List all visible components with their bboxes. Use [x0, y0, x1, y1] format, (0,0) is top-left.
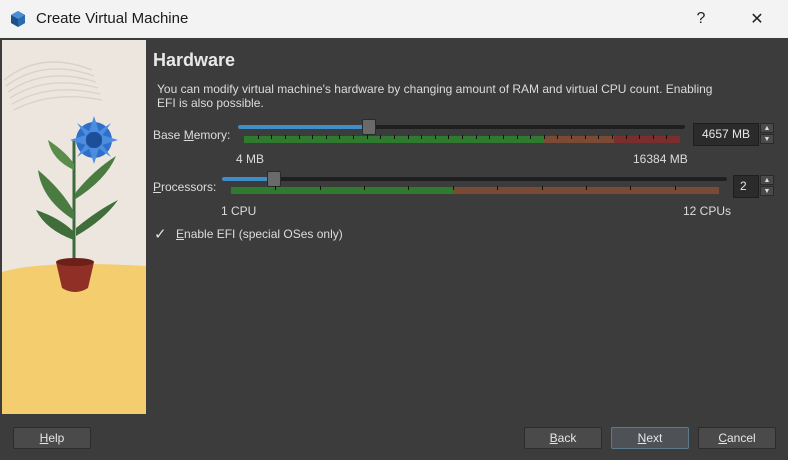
- next-button[interactable]: Next: [611, 427, 689, 449]
- base-memory-label-prefix: Base: [153, 128, 184, 142]
- scale-tick: [408, 135, 409, 139]
- base-memory-label: Base Memory:: [153, 128, 230, 142]
- processors-stepper[interactable]: ▲ ▼: [760, 175, 774, 196]
- page-heading: Hardware: [153, 50, 236, 70]
- scale-tick: [542, 186, 543, 190]
- back-button[interactable]: Back: [524, 427, 602, 449]
- scale-tick: [364, 186, 365, 190]
- help-button[interactable]: Help: [13, 427, 91, 449]
- base-memory-label-mnemonic: M: [183, 128, 194, 142]
- help-mnemonic: H: [39, 431, 49, 445]
- scale-tick: [453, 186, 454, 190]
- processors-scale: [231, 186, 719, 194]
- scale-tick: [639, 135, 640, 139]
- scale-tick: [394, 135, 395, 139]
- scale-tick: [320, 186, 321, 190]
- scale-tick: [571, 135, 572, 139]
- scale-tick: [271, 135, 272, 139]
- processors-label: Processors:: [153, 180, 216, 194]
- virtualbox-app-icon: [11, 11, 25, 27]
- scale-tick: [435, 135, 436, 139]
- plant-illustration: [2, 61, 146, 414]
- scale-tick: [626, 135, 627, 139]
- processors-label-mnemonic: P: [153, 180, 162, 194]
- memory-increase-icon[interactable]: ▲: [760, 123, 774, 133]
- memory-stepper[interactable]: ▲ ▼: [760, 123, 774, 144]
- scale-tick: [544, 135, 545, 139]
- title-bar: Create Virtual Machine ? ✕: [0, 0, 788, 38]
- scale-tick: [367, 135, 368, 139]
- scale-tick: [630, 186, 631, 190]
- scale-tick: [557, 135, 558, 139]
- cpu-safe-range: [231, 187, 453, 194]
- memory-min-label: 4 MB: [236, 152, 265, 166]
- cancel-suffix: ancel: [726, 431, 756, 445]
- slider-fill: [222, 177, 273, 181]
- memory-spinbox[interactable]: 4657 MB: [693, 123, 759, 146]
- memory-danger-range: [614, 136, 680, 143]
- efi-checkbox-label[interactable]: Enable EFI (special OSes only): [176, 227, 343, 241]
- scale-tick: [339, 135, 340, 139]
- scale-tick: [285, 135, 286, 139]
- slider-handle[interactable]: [267, 171, 281, 187]
- slider-groove: [222, 177, 727, 181]
- scale-tick: [326, 135, 327, 139]
- memory-decrease-icon[interactable]: ▼: [760, 134, 774, 144]
- back-suffix: ack: [557, 431, 577, 445]
- scale-tick: [380, 135, 381, 139]
- scale-tick: [653, 135, 654, 139]
- back-mnemonic: B: [549, 431, 558, 445]
- efi-checkbox[interactable]: ✓: [154, 225, 167, 243]
- memory-max-label: 16384 MB: [633, 152, 688, 166]
- scale-tick: [448, 135, 449, 139]
- scale-tick: [503, 135, 504, 139]
- scale-tick: [299, 135, 300, 139]
- scale-tick: [489, 135, 490, 139]
- scale-tick: [586, 186, 587, 190]
- next-mnemonic: N: [637, 431, 647, 445]
- efi-label-suffix: nable EFI (special OSes only): [184, 227, 343, 241]
- next-suffix: ext: [646, 431, 663, 445]
- page-description: You can modify virtual machine's hardwar…: [157, 82, 713, 110]
- scale-tick: [530, 135, 531, 139]
- slider-handle[interactable]: [362, 119, 376, 135]
- scale-tick: [666, 135, 667, 139]
- base-memory-label-suffix: emory:: [193, 128, 231, 142]
- scale-tick: [675, 186, 676, 190]
- base-memory-scale: [244, 135, 680, 143]
- wizard-watermark-image: [2, 40, 146, 414]
- processors-value: 2: [740, 179, 747, 193]
- processors-min-label: 1 CPU: [221, 204, 257, 218]
- cancel-button[interactable]: Cancel: [698, 427, 776, 449]
- scale-tick: [612, 135, 613, 139]
- base-memory-slider[interactable]: [238, 119, 685, 135]
- slider-fill: [238, 125, 368, 129]
- scale-tick: [476, 135, 477, 139]
- help-question-button[interactable]: ?: [678, 0, 724, 38]
- scale-tick: [462, 135, 463, 139]
- scale-tick: [585, 135, 586, 139]
- processors-slider[interactable]: [222, 171, 727, 187]
- processors-max-label: 12 CPUs: [683, 204, 732, 218]
- window-title: Create Virtual Machine: [36, 10, 189, 27]
- scale-tick: [312, 135, 313, 139]
- processors-decrease-icon[interactable]: ▼: [760, 186, 774, 196]
- scale-tick: [517, 135, 518, 139]
- scale-tick: [275, 186, 276, 190]
- help-suffix: elp: [48, 431, 65, 445]
- processors-label-suffix: rocessors:: [161, 180, 217, 194]
- processors-increase-icon[interactable]: ▲: [760, 175, 774, 185]
- scale-tick: [421, 135, 422, 139]
- scale-tick: [598, 135, 599, 139]
- memory-value: 4657 MB: [701, 127, 750, 141]
- cancel-mnemonic: C: [718, 431, 727, 445]
- memory-warn-range: [544, 136, 614, 143]
- scale-tick: [353, 135, 354, 139]
- efi-label-mnemonic: E: [176, 227, 185, 241]
- scale-tick: [408, 186, 409, 190]
- close-button[interactable]: ✕: [734, 0, 780, 38]
- scale-tick: [258, 135, 259, 139]
- scale-tick: [497, 186, 498, 190]
- processors-spinbox[interactable]: 2: [733, 175, 759, 198]
